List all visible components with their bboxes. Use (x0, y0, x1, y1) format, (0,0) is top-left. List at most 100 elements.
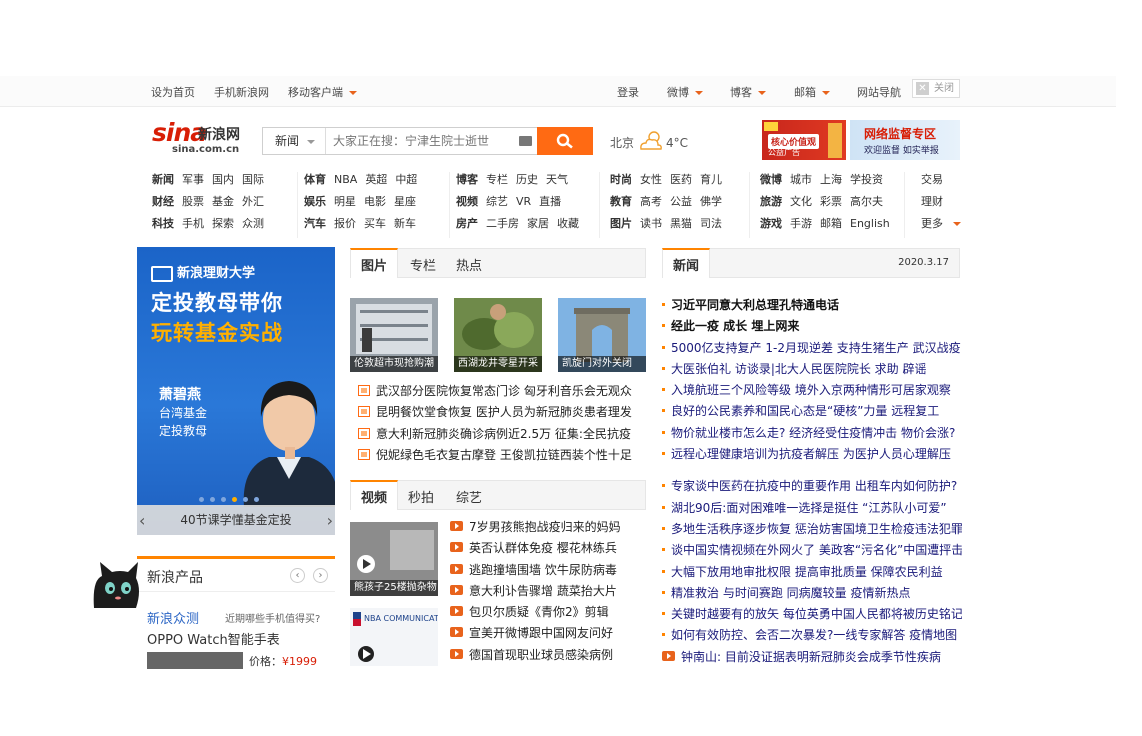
list-item[interactable]: 意大利新冠肺炎确诊病例近2.5万 征集:全民抗疫 (358, 425, 648, 446)
headline-item[interactable]: 物价就业楼市怎么走? 经济经受住疫情冲击 物价会涨? (662, 424, 962, 445)
list-item[interactable]: 英否认群体免疫 樱花林练兵 (450, 539, 650, 560)
supervision-ad[interactable]: 网络监督专区 欢迎监督 如实举报 (850, 120, 960, 160)
nav-link[interactable]: 视频 (456, 194, 478, 210)
nav-link[interactable]: 中超 (395, 172, 417, 188)
headline-item[interactable]: 如何有效防控、会否二次暴发?一线专家解答 疫情地图 (662, 626, 962, 647)
nav-link[interactable]: 女性 (640, 172, 662, 188)
carousel-dot[interactable] (243, 497, 248, 502)
list-item[interactable]: 逃跑撞墙围墙 饮牛尿防病毒 (450, 561, 650, 582)
nav-link[interactable]: 邮箱 (820, 216, 842, 232)
headline-item[interactable]: 谈中国实情视频在外网火了 美政客“污名化”中国遭抨击 (662, 541, 962, 562)
carousel-dot[interactable] (210, 497, 215, 502)
nav-link[interactable]: 综艺 (486, 194, 508, 210)
zhongce-sub-link[interactable]: 近期哪些手机值得买? (225, 610, 320, 625)
tab-news[interactable]: 新闻 (662, 248, 711, 278)
nav-link[interactable]: 外汇 (242, 194, 264, 210)
nav-link[interactable]: 司法 (700, 216, 722, 232)
nav-link[interactable]: 房产 (456, 216, 478, 232)
headline-item[interactable]: 远程心理健康培训为抗疫者解压 为医护人员心理解压 (662, 445, 962, 466)
nav-link[interactable]: VR (516, 194, 531, 210)
nav-link[interactable]: 读书 (640, 216, 662, 232)
nav-link[interactable]: 教育 (610, 194, 632, 210)
headline-item[interactable]: 良好的公民素养和国民心态是“硬核”力量 远程复工 (662, 402, 962, 423)
nav-link[interactable]: 体育 (304, 172, 326, 188)
mail-menu[interactable]: 邮箱 (794, 84, 830, 100)
nav-link[interactable]: 科技 (152, 216, 174, 232)
photo-card[interactable]: 西湖龙井零星开采 (454, 298, 542, 372)
nav-link[interactable]: 新车 (394, 216, 416, 232)
nav-link[interactable]: 专栏 (486, 172, 508, 188)
tab-photos[interactable]: 图片 (350, 248, 399, 278)
nav-link[interactable]: 图片 (610, 216, 632, 232)
nav-link[interactable]: 黑猫 (670, 216, 692, 232)
blog-menu[interactable]: 博客 (730, 84, 766, 100)
nav-link[interactable]: 公益 (670, 194, 692, 210)
nav-link[interactable]: 报价 (334, 216, 356, 232)
video-thumb[interactable]: 熊孩子25楼抛杂物 (350, 522, 438, 596)
list-item[interactable]: 昆明餐饮堂食恢复 医护人员为新冠肺炎患者理发 (358, 403, 648, 424)
list-item[interactable]: 7岁男孩熊抱战疫归来的妈妈 (450, 518, 650, 539)
search-input[interactable] (333, 132, 513, 150)
nav-link[interactable]: 微博 (760, 172, 782, 188)
nav-link[interactable]: 高考 (640, 194, 662, 210)
nav-link[interactable]: 新闻 (152, 172, 174, 188)
headline-item[interactable]: 专家谈中医药在抗疫中的重要作用 出租车内如何防护? (662, 477, 962, 498)
carousel-dot[interactable] (199, 497, 204, 502)
nav-link[interactable]: 电影 (364, 194, 386, 210)
headline-item[interactable]: 5000亿支持复产 1-2月现逆差 支持生猪生产 武汉战疫 (662, 339, 962, 360)
nav-link[interactable]: 买车 (364, 216, 386, 232)
site-nav-link[interactable]: 网站导航 (857, 84, 901, 100)
headline-item[interactable]: 习近平同意大利总理孔特通电话 (662, 296, 962, 317)
search-category-select[interactable]: 新闻 (263, 128, 326, 154)
nav-link[interactable]: 博客 (456, 172, 478, 188)
mobile-sina-link[interactable]: 手机新浪网 (214, 84, 269, 100)
nav-link[interactable]: 时尚 (610, 172, 632, 188)
product-name-link[interactable]: OPPO Watch智能手表 (147, 629, 280, 648)
cat-mascot-icon[interactable] (88, 560, 140, 616)
headline-item[interactable]: 精准救治 与时间赛跑 同病魔较量 疫情新热点 (662, 584, 962, 605)
headline-item[interactable]: 关键时越要有的放矢 每位英勇中国人民都将被历史铭记 (662, 605, 962, 626)
nav-link[interactable]: 收藏 (557, 216, 579, 232)
nav-link[interactable]: 探索 (212, 216, 234, 232)
photo-card[interactable]: 凯旋门对外关闭 (558, 298, 646, 372)
nav-link[interactable]: 游戏 (760, 216, 782, 232)
nav-link[interactable]: 国际 (242, 172, 264, 188)
nav-link[interactable]: 财经 (152, 194, 174, 210)
tab-miaopai[interactable]: 秒拍 (408, 487, 434, 506)
nav-link[interactable]: 二手房 (486, 216, 519, 232)
nav-link[interactable]: 汽车 (304, 216, 326, 232)
product-thumbnail[interactable] (147, 652, 243, 669)
zhongce-link[interactable]: 新浪众测 (147, 608, 199, 627)
nav-link[interactable]: 理财 (921, 194, 943, 210)
nav-link[interactable]: 英超 (365, 172, 387, 188)
login-link[interactable]: 登录 (617, 84, 639, 100)
prev-page-icon[interactable]: ‹ (290, 568, 305, 583)
headline-item[interactable]: 湖北90后:面对困难唯一选择是挺住 “江苏队小可爱” (662, 499, 962, 520)
nav-link[interactable]: 手游 (790, 216, 812, 232)
nav-link[interactable]: 上海 (820, 172, 842, 188)
nav-link[interactable]: 国内 (212, 172, 234, 188)
close-button[interactable]: ✕ 关闭 (912, 79, 960, 98)
tab-hot[interactable]: 热点 (456, 255, 482, 274)
headline-item[interactable]: 大医张伯礼 访谈录|北大人民医院院长 求助 辟谣 (662, 360, 962, 381)
nav-link[interactable]: NBA (334, 172, 357, 188)
carousel-dot[interactable] (254, 497, 259, 502)
headline-item[interactable]: 钟南山: 目前没证据表明新冠肺炎会成季节性疾病 (662, 648, 962, 669)
headline-item[interactable]: 入境航班三个风险等级 境外入京两种情形可居家观察 (662, 381, 962, 402)
tab-variety[interactable]: 综艺 (456, 487, 482, 506)
nav-link[interactable]: 文化 (790, 194, 812, 210)
nav-link[interactable]: 家居 (527, 216, 549, 232)
carousel-next-icon[interactable]: › (327, 511, 333, 530)
headline-item[interactable]: 经此一疫 成长 埋上网来 (662, 317, 962, 338)
carousel-dot-active[interactable] (232, 497, 237, 502)
list-item[interactable]: 意大利讣告骤增 蔬菜抬大片 (450, 582, 650, 603)
carousel-dots[interactable] (199, 491, 265, 505)
nav-link[interactable]: 学投资 (850, 172, 883, 188)
nav-link[interactable]: 众测 (242, 216, 264, 232)
nav-link[interactable]: 基金 (212, 194, 234, 210)
more-menu[interactable]: 更多 (921, 216, 961, 232)
photo-card[interactable]: 伦敦超市现抢购潮 (350, 298, 438, 372)
search-button[interactable] (537, 127, 593, 155)
keyboard-icon[interactable] (519, 136, 532, 146)
nav-link[interactable]: 佛学 (700, 194, 722, 210)
